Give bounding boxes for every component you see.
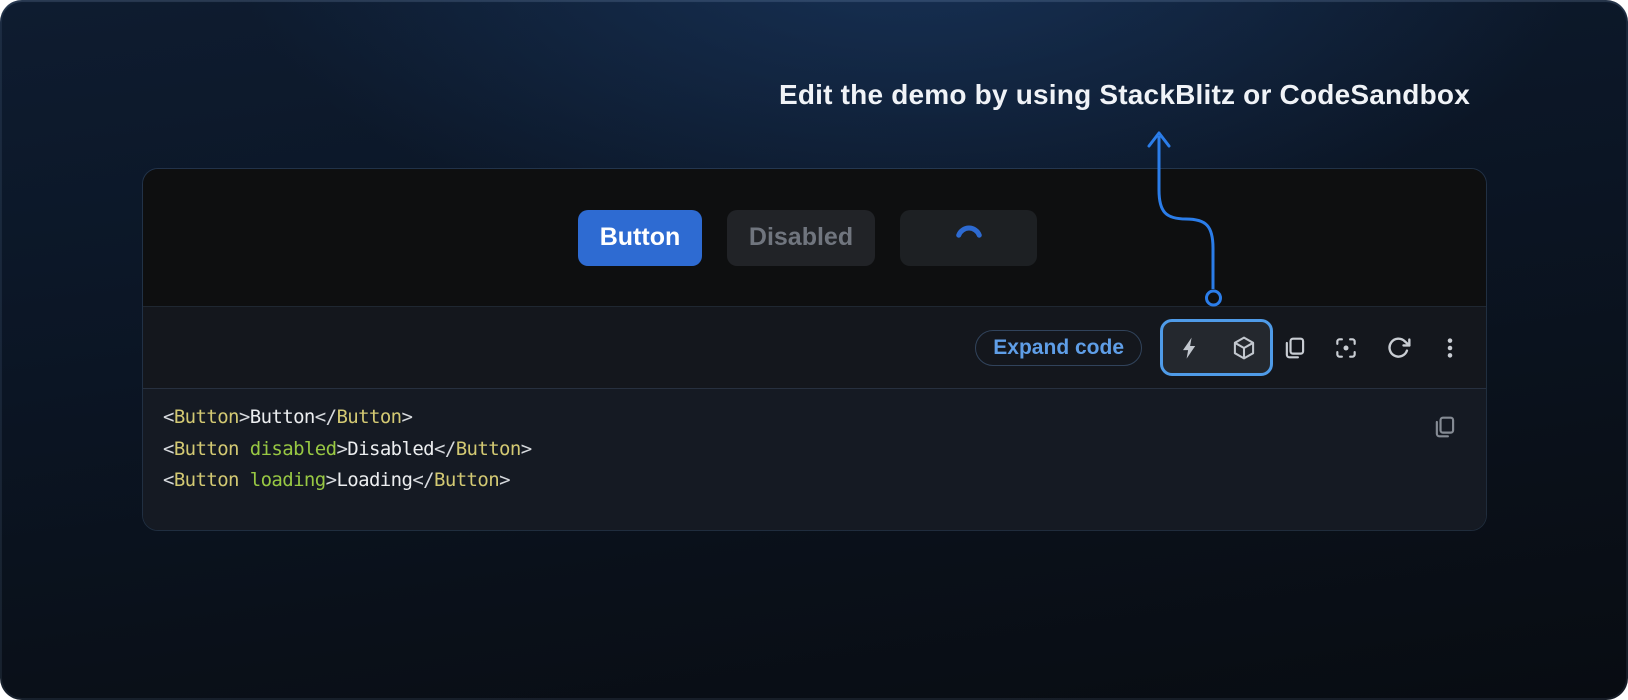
screenshot-background: Edit the demo by using StackBlitz or Cod…	[0, 0, 1628, 700]
code-token: Button	[250, 406, 315, 428]
demo-toolbar: Expand code	[143, 306, 1486, 388]
code-token: >	[521, 438, 532, 460]
isolate-demo-button[interactable]	[1333, 335, 1359, 361]
code-token: >	[239, 406, 250, 428]
demo-preview: Button Disabled	[143, 169, 1486, 306]
code-token: Button	[434, 469, 499, 491]
code-block: <Button>Button</Button> <Button disabled…	[143, 388, 1486, 530]
code-token: </	[315, 406, 337, 428]
more-vertical-icon	[1437, 335, 1463, 361]
loading-spinner-icon	[955, 219, 983, 247]
code-token: <	[163, 438, 174, 460]
code-token: Button	[174, 469, 239, 491]
code-token: </	[434, 438, 456, 460]
refresh-demo-button[interactable]	[1385, 335, 1411, 361]
code-token: >	[499, 469, 510, 491]
code-token: Disabled	[347, 438, 434, 460]
demo-card: Button Disabled Expand code	[142, 168, 1487, 531]
more-options-button[interactable]	[1437, 335, 1463, 361]
codesandbox-button[interactable]	[1231, 335, 1257, 361]
refresh-icon	[1386, 335, 1411, 360]
isolate-demo-icon	[1333, 335, 1359, 361]
copy-demo-button[interactable]	[1281, 335, 1307, 361]
code-token	[239, 469, 250, 491]
code-token: >	[336, 438, 347, 460]
code-token: <	[163, 406, 174, 428]
demo-button-disabled[interactable]: Disabled	[727, 210, 875, 266]
code-token: Button	[336, 406, 401, 428]
demo-button-primary[interactable]: Button	[578, 210, 702, 266]
code-token: </	[412, 469, 434, 491]
code-token: Button	[174, 406, 239, 428]
code-token: Button	[174, 438, 239, 460]
code-token: loading	[250, 469, 326, 491]
demo-button-loading[interactable]	[900, 210, 1037, 266]
code-token: >	[402, 406, 413, 428]
editor-links-group	[1160, 319, 1273, 376]
expand-code-button[interactable]: Expand code	[975, 330, 1142, 366]
code-line: <Button disabled>Disabled</Button>	[163, 434, 1416, 466]
code-token: >	[326, 469, 337, 491]
code-token: Button	[456, 438, 521, 460]
code-token: disabled	[250, 438, 337, 460]
stackblitz-button[interactable]	[1177, 335, 1203, 361]
copy-code-button[interactable]	[1431, 414, 1457, 443]
code-token: Loading	[336, 469, 412, 491]
code-line: <Button loading>Loading</Button>	[163, 465, 1416, 497]
code-token: <	[163, 469, 174, 491]
annotation-title: Edit the demo by using StackBlitz or Cod…	[779, 79, 1470, 111]
codesandbox-cube-icon	[1231, 335, 1257, 361]
copy-icon	[1431, 414, 1457, 440]
code-token	[239, 438, 250, 460]
copy-icon	[1281, 335, 1307, 361]
code-line: <Button>Button</Button>	[163, 402, 1416, 434]
stackblitz-lightning-icon	[1178, 336, 1202, 360]
